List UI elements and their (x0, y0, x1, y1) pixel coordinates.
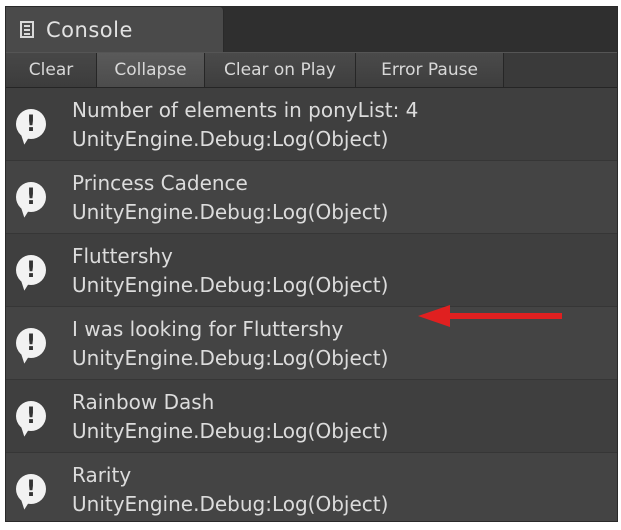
info-message-icon: ! (16, 182, 46, 212)
log-stack-trace: UnityEngine.Debug:Log(Object) (72, 127, 389, 151)
info-message-icon: ! (16, 328, 46, 358)
log-message: Rainbow Dash (72, 390, 215, 414)
tab-title: Console (46, 17, 133, 42)
clear-on-play-toggle[interactable]: Clear on Play (205, 53, 356, 87)
log-message: Rarity (72, 463, 132, 487)
log-message: Fluttershy (72, 244, 173, 268)
log-message: Princess Cadence (72, 171, 248, 195)
console-window: Console Clear Collapse Clear on Play Err… (5, 6, 618, 522)
tab-bar: Console (6, 7, 617, 52)
log-stack-trace: UnityEngine.Debug:Log(Object) (72, 200, 389, 224)
toolbar-spacer (504, 53, 617, 87)
log-stack-trace: UnityEngine.Debug:Log(Object) (72, 346, 389, 370)
log-stack-trace: UnityEngine.Debug:Log(Object) (72, 492, 389, 516)
info-message-icon: ! (16, 255, 46, 285)
log-message: I was looking for Fluttershy (72, 317, 344, 341)
red-arrow-icon (418, 305, 562, 327)
info-message-icon: ! (16, 401, 46, 431)
log-stack-trace: UnityEngine.Debug:Log(Object) (72, 419, 389, 443)
log-entry[interactable]: ! Princess Cadence UnityEngine.Debug:Log… (6, 161, 617, 234)
log-entry[interactable]: ! Rarity UnityEngine.Debug:Log(Object) (6, 453, 617, 521)
log-stack-trace: UnityEngine.Debug:Log(Object) (72, 273, 389, 297)
log-entry[interactable]: ! Rainbow Dash UnityEngine.Debug:Log(Obj… (6, 380, 617, 453)
log-message: Number of elements in ponyList: 4 (72, 98, 419, 122)
log-entry[interactable]: ! Fluttershy UnityEngine.Debug:Log(Objec… (6, 234, 617, 307)
info-message-icon: ! (16, 474, 46, 504)
console-window-icon (20, 21, 34, 38)
info-message-icon: ! (16, 109, 46, 139)
tab-console[interactable]: Console (6, 7, 224, 52)
collapse-toggle[interactable]: Collapse (97, 53, 205, 87)
console-toolbar: Clear Collapse Clear on Play Error Pause (6, 52, 617, 88)
clear-button[interactable]: Clear (6, 53, 97, 87)
error-pause-toggle[interactable]: Error Pause (356, 53, 504, 87)
log-entry[interactable]: ! Number of elements in ponyList: 4 Unit… (6, 88, 617, 161)
